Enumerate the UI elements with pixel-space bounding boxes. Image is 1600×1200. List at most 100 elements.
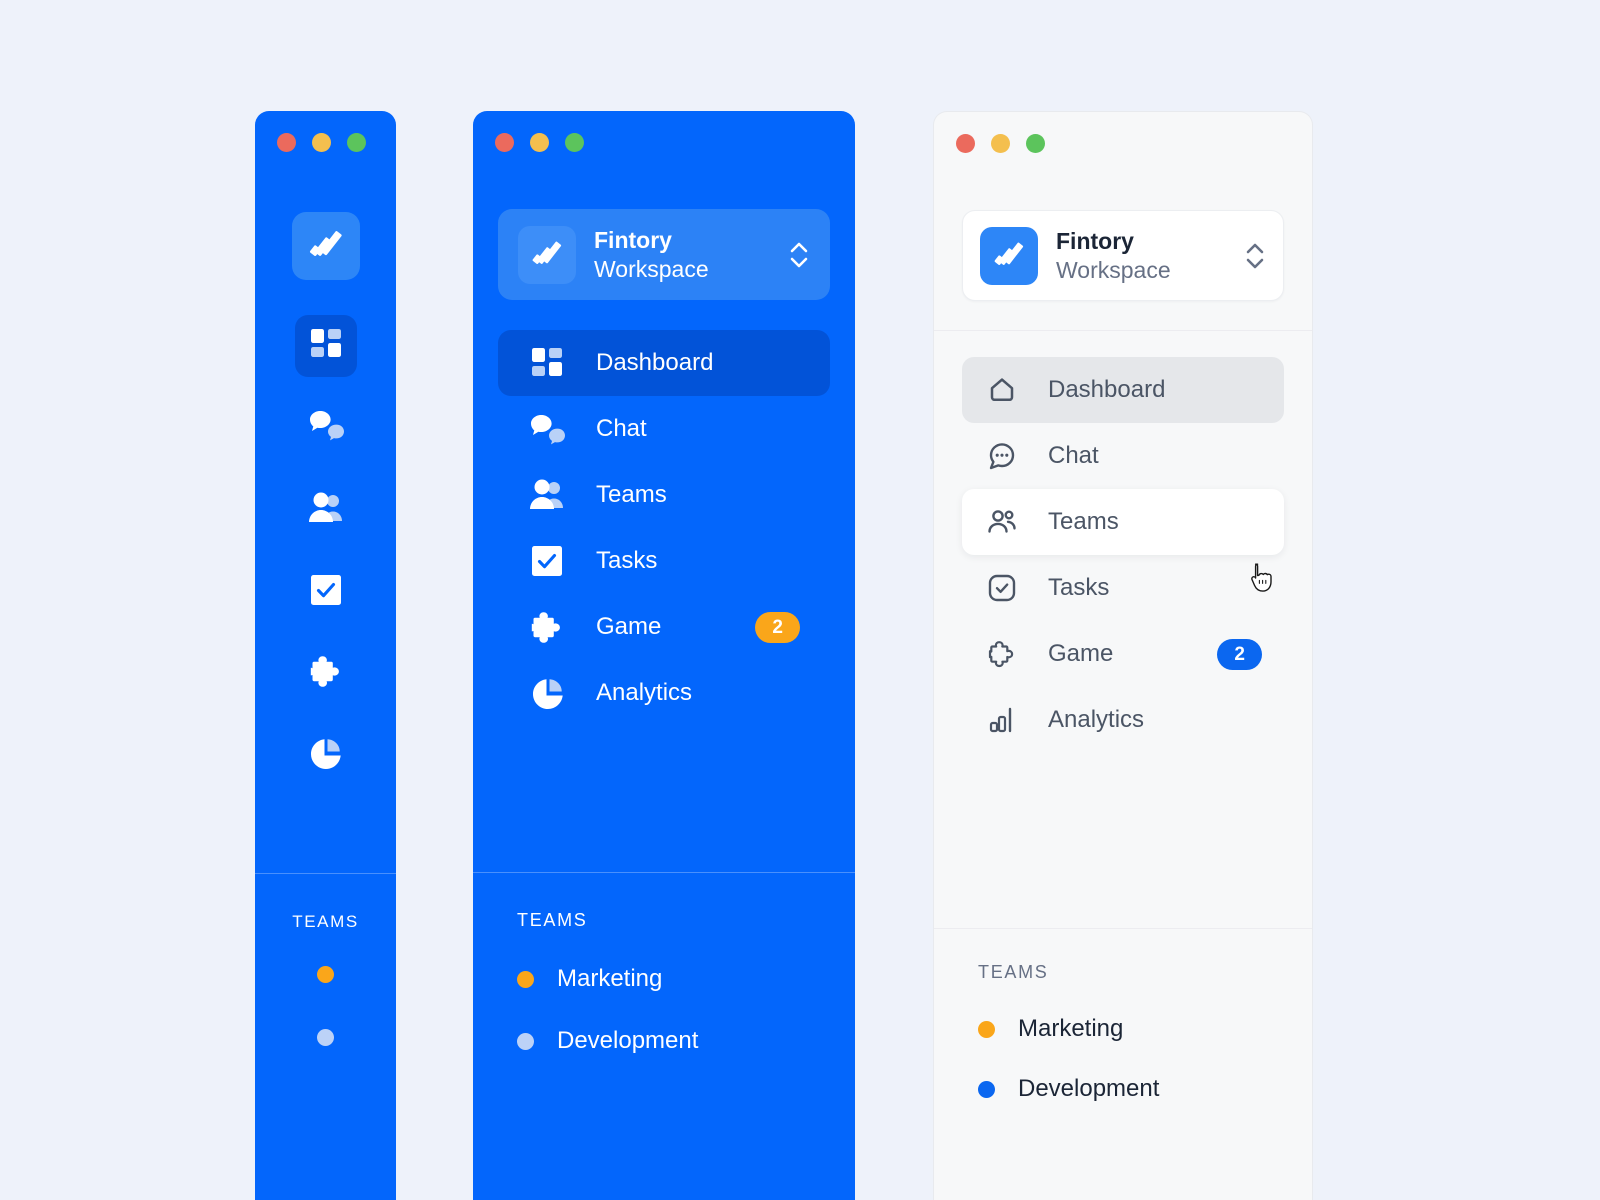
maximize-button[interactable] — [1026, 134, 1045, 153]
minimize-button[interactable] — [991, 134, 1010, 153]
tasks-checkbox-icon — [310, 574, 342, 611]
workspace-subtitle: Workspace — [1056, 256, 1171, 283]
sidebar-item-chat[interactable]: Chat — [962, 423, 1284, 489]
bar-chart-outline-icon — [984, 704, 1020, 736]
sidebar-item-analytics[interactable]: Analytics — [498, 660, 830, 726]
section-divider — [934, 928, 1312, 929]
workspace-name: Fintory — [1056, 228, 1134, 255]
rail-divider — [255, 873, 396, 874]
sidebar-item-tasks[interactable]: Tasks — [498, 528, 830, 594]
maximize-button[interactable] — [565, 133, 584, 152]
light-nav-list: Dashboard Chat Teams Tasks Game 2 Analyt… — [934, 357, 1312, 753]
sidebar-item-game[interactable]: Game 2 — [498, 594, 830, 660]
puzzle-outline-icon — [984, 638, 1020, 670]
list-item[interactable]: Marketing — [517, 965, 855, 993]
teams-section-heading: TEAMS — [517, 910, 588, 930]
workspace-switcher[interactable]: Fintory Workspace — [498, 209, 830, 300]
section-divider — [473, 872, 855, 873]
panel-expanded-blue: Fintory Workspace Dashboard Chat Teams T… — [473, 111, 855, 1200]
sidebar-item-game[interactable] — [295, 643, 357, 705]
dashboard-grid-icon — [309, 327, 343, 366]
sidebar-item-label: Dashboard — [1048, 376, 1166, 403]
fintory-logo-icon[interactable] — [291, 212, 360, 280]
teams-people-icon — [528, 479, 566, 511]
pointing-hand-cursor — [1249, 563, 1275, 598]
chevron-up-down-icon[interactable] — [788, 238, 810, 272]
expanded-nav-list: Dashboard Chat Teams Tasks Game 2 Analyt… — [473, 330, 855, 726]
sidebar-item-teams[interactable]: Teams — [962, 489, 1284, 555]
game-puzzle-icon — [309, 655, 343, 693]
status-badge: 2 — [755, 611, 800, 643]
minimize-button[interactable] — [312, 133, 331, 152]
window-controls-full — [473, 111, 855, 152]
workspace-text: Fintory Workspace — [594, 226, 788, 282]
sidebar-item-analytics[interactable] — [295, 725, 357, 787]
window-controls-light — [934, 112, 1312, 153]
team-color-dot — [517, 1032, 534, 1050]
sidebar-item-label: Dashboard — [596, 349, 714, 376]
fintory-logo-icon — [980, 226, 1038, 285]
fintory-logo-icon — [518, 225, 576, 284]
team-label: Marketing — [1018, 1015, 1124, 1042]
panel-light-theme: Fintory Workspace Dashboard Chat Teams T… — [933, 111, 1313, 1200]
sidebar-item-tasks[interactable]: Tasks — [962, 555, 1284, 621]
maximize-button[interactable] — [347, 133, 366, 152]
team-dot-marketing[interactable] — [317, 966, 334, 983]
team-color-dot — [978, 1020, 995, 1038]
team-label: Development — [557, 1027, 699, 1054]
workspace-subtitle: Workspace — [594, 255, 709, 282]
sidebar-item-teams[interactable]: Teams — [498, 462, 830, 528]
close-button[interactable] — [277, 133, 296, 152]
people-outline-icon — [984, 506, 1020, 538]
sidebar-item-teams[interactable] — [295, 479, 357, 541]
sidebar-item-label: Chat — [596, 415, 647, 442]
chat-bubbles-icon — [308, 409, 344, 447]
chat-outline-icon — [984, 440, 1020, 472]
analytics-pie-icon — [309, 737, 342, 775]
status-badge: 2 — [1217, 638, 1262, 670]
close-button[interactable] — [495, 133, 514, 152]
sidebar-item-dashboard[interactable] — [294, 315, 357, 377]
team-dot-development[interactable] — [317, 1029, 334, 1046]
sidebar-item-tasks[interactable] — [295, 561, 357, 623]
sidebar-item-dashboard[interactable]: Dashboard — [498, 330, 830, 396]
team-label: Development — [1018, 1075, 1160, 1102]
minimize-button[interactable] — [530, 133, 549, 152]
sidebar-item-label: Game — [596, 613, 662, 640]
list-item[interactable]: Development — [517, 1027, 855, 1055]
sidebar-item-label: Chat — [1048, 442, 1099, 469]
home-outline-icon — [984, 374, 1020, 406]
workspace-name: Fintory — [594, 227, 672, 254]
teams-section-heading: TEAMS — [978, 962, 1049, 982]
team-label: Marketing — [557, 965, 663, 992]
team-color-dot — [517, 970, 534, 988]
rail-nav-list — [255, 315, 396, 807]
workspace-switcher[interactable]: Fintory Workspace — [962, 210, 1284, 301]
workspace-text: Fintory Workspace — [1056, 227, 1244, 283]
task-check-outline-icon — [984, 572, 1020, 604]
panel-icon-rail: TEAMS — [255, 111, 396, 1200]
sidebar-item-label: Game — [1048, 640, 1114, 667]
teams-people-icon — [308, 492, 344, 529]
game-puzzle-icon — [528, 611, 566, 644]
team-color-dot — [978, 1080, 995, 1098]
chevron-up-down-icon[interactable] — [1244, 239, 1266, 273]
window-controls-rail — [255, 111, 396, 152]
sidebar-item-label: Teams — [1048, 508, 1119, 535]
sidebar-item-dashboard[interactable]: Dashboard — [962, 357, 1284, 423]
sidebar-item-label: Tasks — [596, 547, 658, 574]
dashboard-grid-icon — [528, 346, 566, 380]
list-item[interactable]: Development — [978, 1075, 1312, 1103]
sidebar-item-chat[interactable] — [295, 397, 357, 459]
analytics-pie-icon — [528, 677, 566, 710]
sidebar-item-label: Analytics — [1048, 706, 1145, 733]
sidebar-item-chat[interactable]: Chat — [498, 396, 830, 462]
header-divider — [934, 330, 1312, 331]
sidebar-item-game[interactable]: Game 2 — [962, 621, 1284, 687]
rail-teams-heading: TEAMS — [292, 912, 359, 931]
chat-bubbles-icon — [528, 413, 566, 446]
sidebar-item-analytics[interactable]: Analytics — [962, 687, 1284, 753]
close-button[interactable] — [956, 134, 975, 153]
sidebar-item-label: Analytics — [596, 679, 693, 706]
list-item[interactable]: Marketing — [978, 1015, 1312, 1043]
